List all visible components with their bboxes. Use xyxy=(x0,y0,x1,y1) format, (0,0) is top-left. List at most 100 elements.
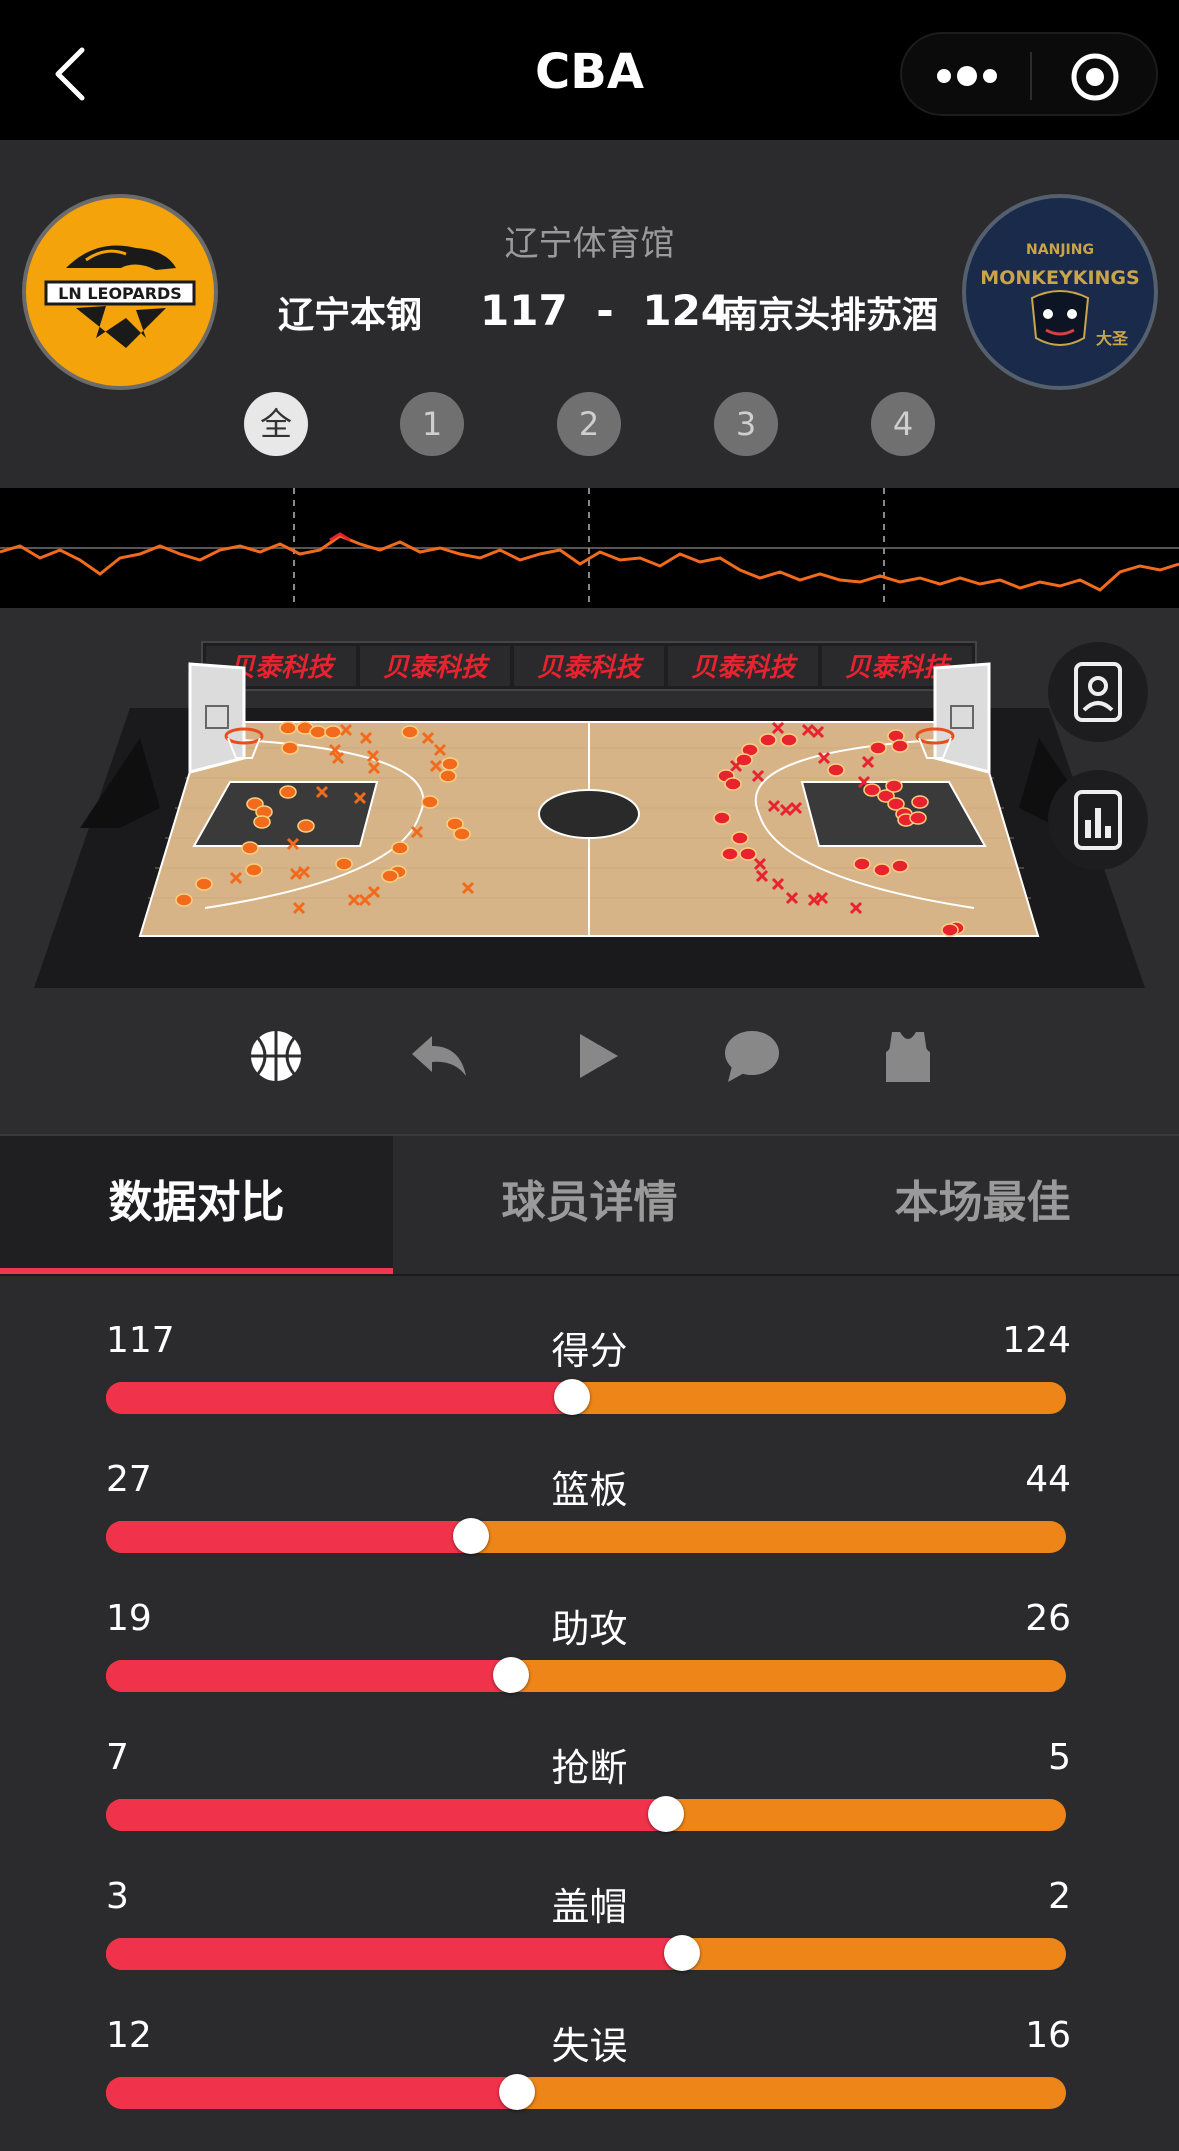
made-shot-marker xyxy=(721,847,739,861)
home-share-fill xyxy=(106,2077,518,2109)
stats-view-button[interactable] xyxy=(1048,770,1148,870)
made-shot-marker xyxy=(713,811,731,825)
made-shot-marker xyxy=(911,795,929,809)
home-share-fill xyxy=(106,1799,666,1831)
player-card-icon xyxy=(1074,662,1122,722)
svg-text:MONKEYKINGS: MONKEYKINGS xyxy=(980,267,1139,289)
quarter-2-button[interactable]: 2 xyxy=(557,392,621,456)
made-shot-marker xyxy=(381,869,399,883)
mini-program-capsule xyxy=(900,32,1158,116)
home-share-fill xyxy=(106,1660,512,1692)
stat-row-points: 117 得分 124 xyxy=(0,1276,1179,1415)
away-stat-value: 124 xyxy=(1002,1320,1071,1361)
away-stat-value: 16 xyxy=(1025,2015,1071,2056)
away-team-name: 南京头排苏酒 xyxy=(721,295,938,336)
made-shot-marker xyxy=(885,779,903,793)
made-shot-marker xyxy=(335,857,353,871)
made-shot-marker xyxy=(279,785,297,799)
made-shot-marker xyxy=(297,819,315,833)
quarter-3-button[interactable]: 3 xyxy=(714,392,778,456)
home-share-fill xyxy=(106,1521,472,1553)
venue-name: 辽宁体育馆 xyxy=(504,224,675,264)
share-knob xyxy=(499,2074,536,2110)
tab-data-comparison[interactable]: 数据对比 xyxy=(0,1136,393,1272)
jersey-icon[interactable] xyxy=(878,1026,938,1086)
made-shot-marker xyxy=(324,725,342,739)
stat-comparison-bar xyxy=(106,2074,1066,2110)
sponsor-boards: 贝泰科技 贝泰科技 贝泰科技 贝泰科技 贝泰科技 xyxy=(201,641,977,691)
share-knob xyxy=(647,1796,684,1832)
stat-label: 助攻 xyxy=(551,1607,628,1651)
shot-chart-area: 贝泰科技 贝泰科技 贝泰科技 贝泰科技 贝泰科技 xyxy=(0,608,1179,1134)
made-shot-marker xyxy=(421,795,439,809)
svg-text:大圣: 大圣 xyxy=(1096,329,1129,348)
made-shot-marker xyxy=(195,877,213,891)
close-miniprogram-icon[interactable] xyxy=(1070,52,1120,102)
made-shot-marker xyxy=(253,815,271,829)
tab-player-details[interactable]: 球员详情 xyxy=(393,1136,786,1272)
stat-label: 盖帽 xyxy=(551,1885,628,1929)
stat-row-steals: 7 抢断 5 xyxy=(0,1693,1179,1832)
away-stat-value: 5 xyxy=(1048,1737,1071,1778)
quarter-4-button[interactable]: 4 xyxy=(871,392,935,456)
player-view-button[interactable] xyxy=(1048,642,1148,742)
score-momentum-chart xyxy=(0,488,1179,608)
sponsor-text: 贝泰科技 xyxy=(691,653,799,683)
share-knob xyxy=(554,1379,591,1415)
away-stat-value: 44 xyxy=(1025,1459,1071,1500)
app-root: CBA LN LEOPARDS NANJING MONKEYKINGS 大圣 辽… xyxy=(0,0,1179,2151)
play-icon[interactable] xyxy=(568,1026,628,1086)
scoreboard: LN LEOPARDS NANJING MONKEYKINGS 大圣 辽宁体育馆… xyxy=(0,140,1179,488)
made-shot-marker xyxy=(780,733,798,747)
made-shot-marker xyxy=(739,847,757,861)
made-shot-marker xyxy=(309,725,327,739)
made-shot-marker xyxy=(891,739,909,753)
svg-text:LN LEOPARDS: LN LEOPARDS xyxy=(58,284,182,303)
quarter-1-button[interactable]: 1 xyxy=(400,392,464,456)
made-shot-marker xyxy=(909,811,927,825)
made-shot-marker xyxy=(401,725,419,739)
stat-row-rebounds: 27 篮板 44 xyxy=(0,1415,1179,1554)
stat-row-blocks: 3 盖帽 2 xyxy=(0,1832,1179,1971)
stat-comparison-bar xyxy=(106,1796,1066,1832)
home-team-name: 辽宁本钢 xyxy=(277,295,422,336)
share-knob xyxy=(664,1935,700,1971)
made-shot-marker xyxy=(279,721,297,735)
share-knob xyxy=(453,1518,490,1554)
made-shot-marker xyxy=(731,831,749,845)
made-shot-marker xyxy=(175,893,193,907)
made-shot-marker xyxy=(759,733,777,747)
stat-label: 抢断 xyxy=(551,1746,628,1790)
tab-best-of-game[interactable]: 本场最佳 xyxy=(786,1136,1179,1272)
made-shot-marker xyxy=(853,857,871,871)
stat-label: 篮板 xyxy=(551,1468,628,1512)
made-shot-marker xyxy=(891,859,909,873)
made-shot-marker xyxy=(441,757,459,771)
home-share-fill xyxy=(106,1938,682,1970)
shot-chart-court: 贝泰科技 贝泰科技 贝泰科技 贝泰科技 贝泰科技 xyxy=(34,641,1145,988)
away-stat-value: 2 xyxy=(1048,1876,1071,1917)
home-share-fill xyxy=(106,1382,573,1414)
sponsor-text: 贝泰科技 xyxy=(537,653,645,683)
quarter-selector: 全 1 2 3 4 xyxy=(0,392,1179,456)
basketball-icon[interactable] xyxy=(246,1026,306,1086)
made-shot-marker xyxy=(827,763,845,777)
stat-comparison-bar xyxy=(106,1935,1066,1971)
stat-comparison-bar xyxy=(106,1518,1066,1554)
more-icon[interactable] xyxy=(934,64,1000,88)
stat-row-turnovers: 12 失误 16 xyxy=(0,1971,1179,2110)
share-knob xyxy=(493,1657,530,1693)
made-shot-marker xyxy=(873,863,891,877)
replay-icon[interactable] xyxy=(408,1026,468,1086)
home-score: 117 xyxy=(480,286,568,335)
made-shot-marker xyxy=(241,841,259,855)
quarter-all-button[interactable]: 全 xyxy=(244,392,308,456)
made-shot-marker xyxy=(439,769,457,783)
made-shot-marker xyxy=(281,741,299,755)
comment-icon[interactable] xyxy=(722,1026,782,1086)
center-circle xyxy=(538,789,640,839)
made-shot-marker xyxy=(391,841,409,855)
capsule-divider xyxy=(1030,52,1032,100)
bar-chart-icon xyxy=(1074,790,1122,850)
stat-comparison-bar xyxy=(106,1657,1066,1693)
